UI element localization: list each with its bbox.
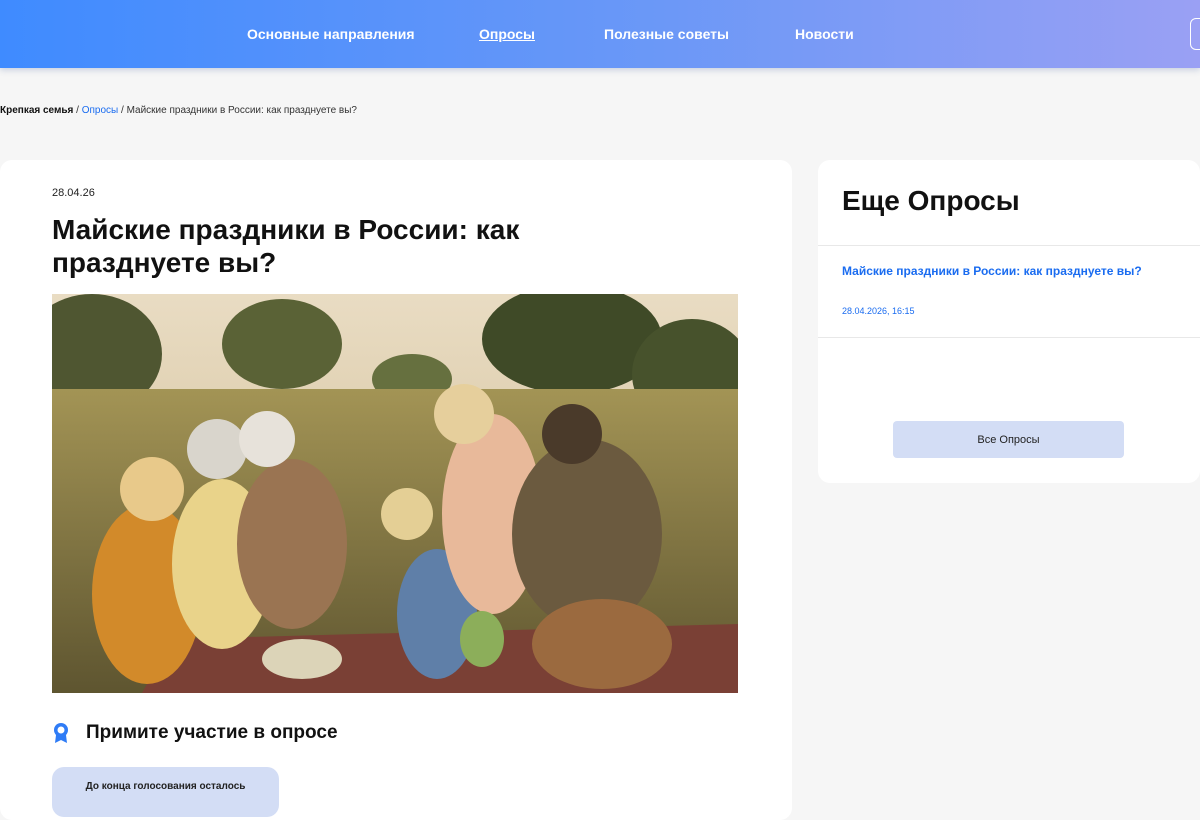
more-polls-title: Еще Опросы xyxy=(842,185,1020,216)
page-title: Майские праздники в России: как празднуе… xyxy=(52,214,520,278)
breadcrumb-separator: / xyxy=(73,105,82,116)
poll-heading-text: Примите участие в опросе xyxy=(86,722,338,743)
poll-heading: Примите участие в опросе xyxy=(52,722,338,744)
breadcrumb-root[interactable]: Крепкая семья xyxy=(0,105,73,116)
all-polls-button[interactable]: Все Опросы xyxy=(893,421,1124,458)
article-hero-image xyxy=(52,294,738,693)
more-polls-item-link[interactable]: Майские праздники в России: как празднуе… xyxy=(842,263,1172,279)
nav-link-tips[interactable]: Полезные советы xyxy=(604,26,729,42)
breadcrumb-section[interactable]: Опросы xyxy=(82,105,119,116)
header-action-button[interactable] xyxy=(1190,18,1200,50)
divider xyxy=(818,245,1200,246)
more-polls-item-date: 28.04.2026, 16:15 xyxy=(842,306,915,316)
nav-link-news[interactable]: Новости xyxy=(795,26,854,42)
nav-link-polls[interactable]: Опросы xyxy=(479,26,535,42)
nav-link-directions[interactable]: Основные направления xyxy=(247,26,415,42)
medal-icon xyxy=(54,723,68,743)
breadcrumb: Крепкая семья / Опросы / Майские праздни… xyxy=(0,105,357,116)
divider xyxy=(818,337,1200,338)
article-date: 28.04.26 xyxy=(52,187,95,199)
voting-timer-label: До конца голосования осталось xyxy=(85,781,246,792)
breadcrumb-separator: / xyxy=(118,105,127,116)
site-header: Основные направления Опросы Полезные сов… xyxy=(0,0,1200,68)
breadcrumb-current: Майские праздники в России: как празднуе… xyxy=(126,105,357,116)
family-picnic-photo xyxy=(52,294,738,693)
voting-timer: До конца голосования осталось xyxy=(52,767,279,817)
